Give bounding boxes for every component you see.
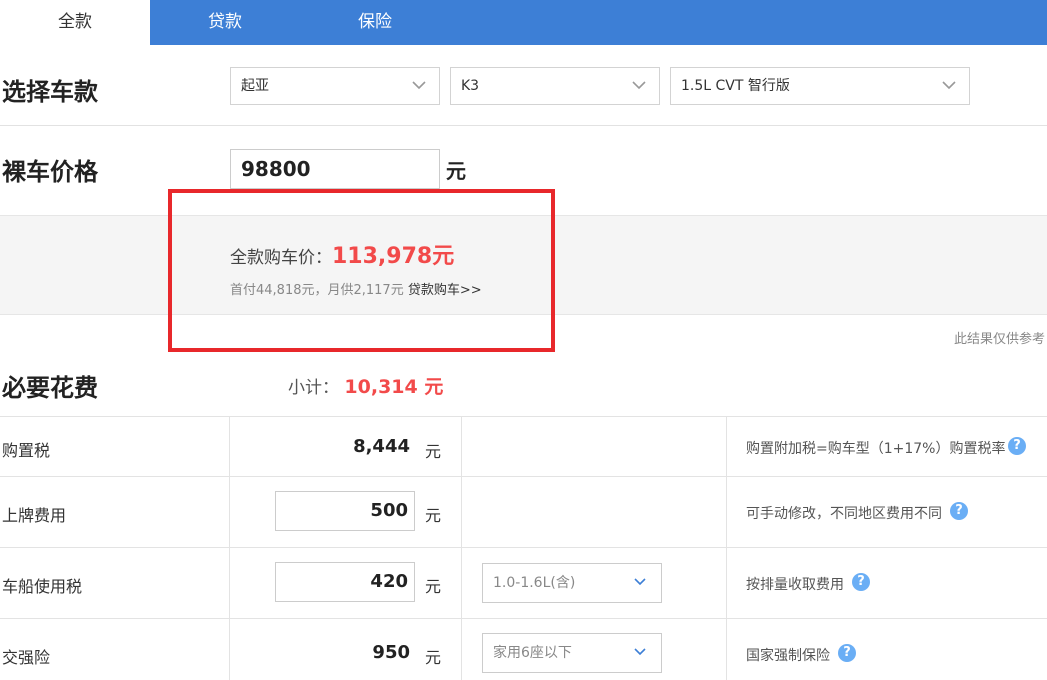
vehicle-tax-note: 按排量收取费用 — [746, 577, 844, 593]
chevron-down-icon — [634, 648, 646, 656]
purchase-tax-note: 购置附加税=购车型（1+17%）购置税率 — [746, 441, 1006, 457]
seat-count-value: 家用6座以下 — [493, 645, 572, 661]
help-icon[interactable]: ? — [950, 502, 968, 520]
chevron-down-icon — [634, 578, 646, 586]
plate-fee-input[interactable]: 500 — [275, 491, 415, 531]
column-divider — [229, 416, 230, 680]
table-line — [0, 476, 1047, 477]
vehicle-tax-input[interactable]: 420 — [275, 562, 415, 602]
highlight-box — [168, 189, 555, 352]
row-label-plate-fee: 上牌费用 — [2, 506, 67, 525]
table-line — [0, 547, 1047, 548]
model-select-value: K3 — [461, 78, 480, 94]
tab-bar: 全款 贷款 保险 — [0, 0, 1047, 45]
version-select-value: 1.5L CVT 智行版 — [681, 78, 790, 94]
engine-displacement-select[interactable]: 1.0-1.6L(含) — [482, 563, 662, 603]
compulsory-insurance-note: 国家强制保险 — [746, 648, 830, 664]
tab-loan[interactable]: 贷款 — [150, 0, 300, 45]
subtotal-value: 10,314 元 — [344, 376, 444, 398]
engine-displacement-value: 1.0-1.6L(含) — [493, 575, 576, 591]
model-select[interactable]: K3 — [450, 67, 660, 105]
row-label-vehicle-tax: 车船使用税 — [2, 577, 83, 596]
chevron-down-icon — [942, 81, 956, 90]
row-label-compulsory-insurance: 交强险 — [2, 648, 51, 667]
plate-fee-note: 可手动修改，不同地区费用不同 — [746, 506, 942, 522]
row-label-purchase-tax: 购置税 — [2, 441, 51, 460]
table-line — [0, 416, 1047, 417]
version-select[interactable]: 1.5L CVT 智行版 — [670, 67, 970, 105]
compulsory-insurance-unit: 元 — [425, 648, 442, 667]
purchase-tax-unit: 元 — [425, 442, 442, 461]
brand-select-value: 起亚 — [241, 78, 269, 94]
disclaimer: 此结果仅供参考 — [953, 332, 1045, 347]
car-price-title: 裸车价格 — [2, 158, 98, 186]
vehicle-tax-unit: 元 — [425, 577, 442, 596]
divider — [0, 125, 1047, 126]
seat-count-select[interactable]: 家用6座以下 — [482, 633, 662, 673]
brand-select[interactable]: 起亚 — [230, 67, 440, 105]
subtotal-label: 小计： — [288, 378, 339, 398]
tab-insurance[interactable]: 保险 — [300, 0, 450, 45]
purchase-tax-value: 8,444 — [353, 436, 410, 457]
help-icon[interactable]: ? — [1008, 437, 1026, 455]
column-divider — [726, 416, 727, 680]
table-line — [0, 618, 1047, 619]
chevron-down-icon — [632, 81, 646, 90]
required-fees-title: 必要花费 — [2, 374, 98, 402]
help-icon[interactable]: ? — [838, 644, 856, 662]
help-icon[interactable]: ? — [852, 573, 870, 591]
car-price-input[interactable]: 98800 — [230, 149, 440, 189]
chevron-down-icon — [412, 81, 426, 90]
car-price-unit: 元 — [446, 159, 466, 183]
column-divider — [461, 416, 462, 680]
plate-fee-unit: 元 — [425, 506, 442, 525]
subtotal: 小计： 10,314 元 — [288, 372, 443, 399]
tab-full-payment[interactable]: 全款 — [0, 0, 150, 45]
select-car-title: 选择车款 — [2, 78, 98, 106]
compulsory-insurance-value: 950 — [372, 642, 410, 663]
